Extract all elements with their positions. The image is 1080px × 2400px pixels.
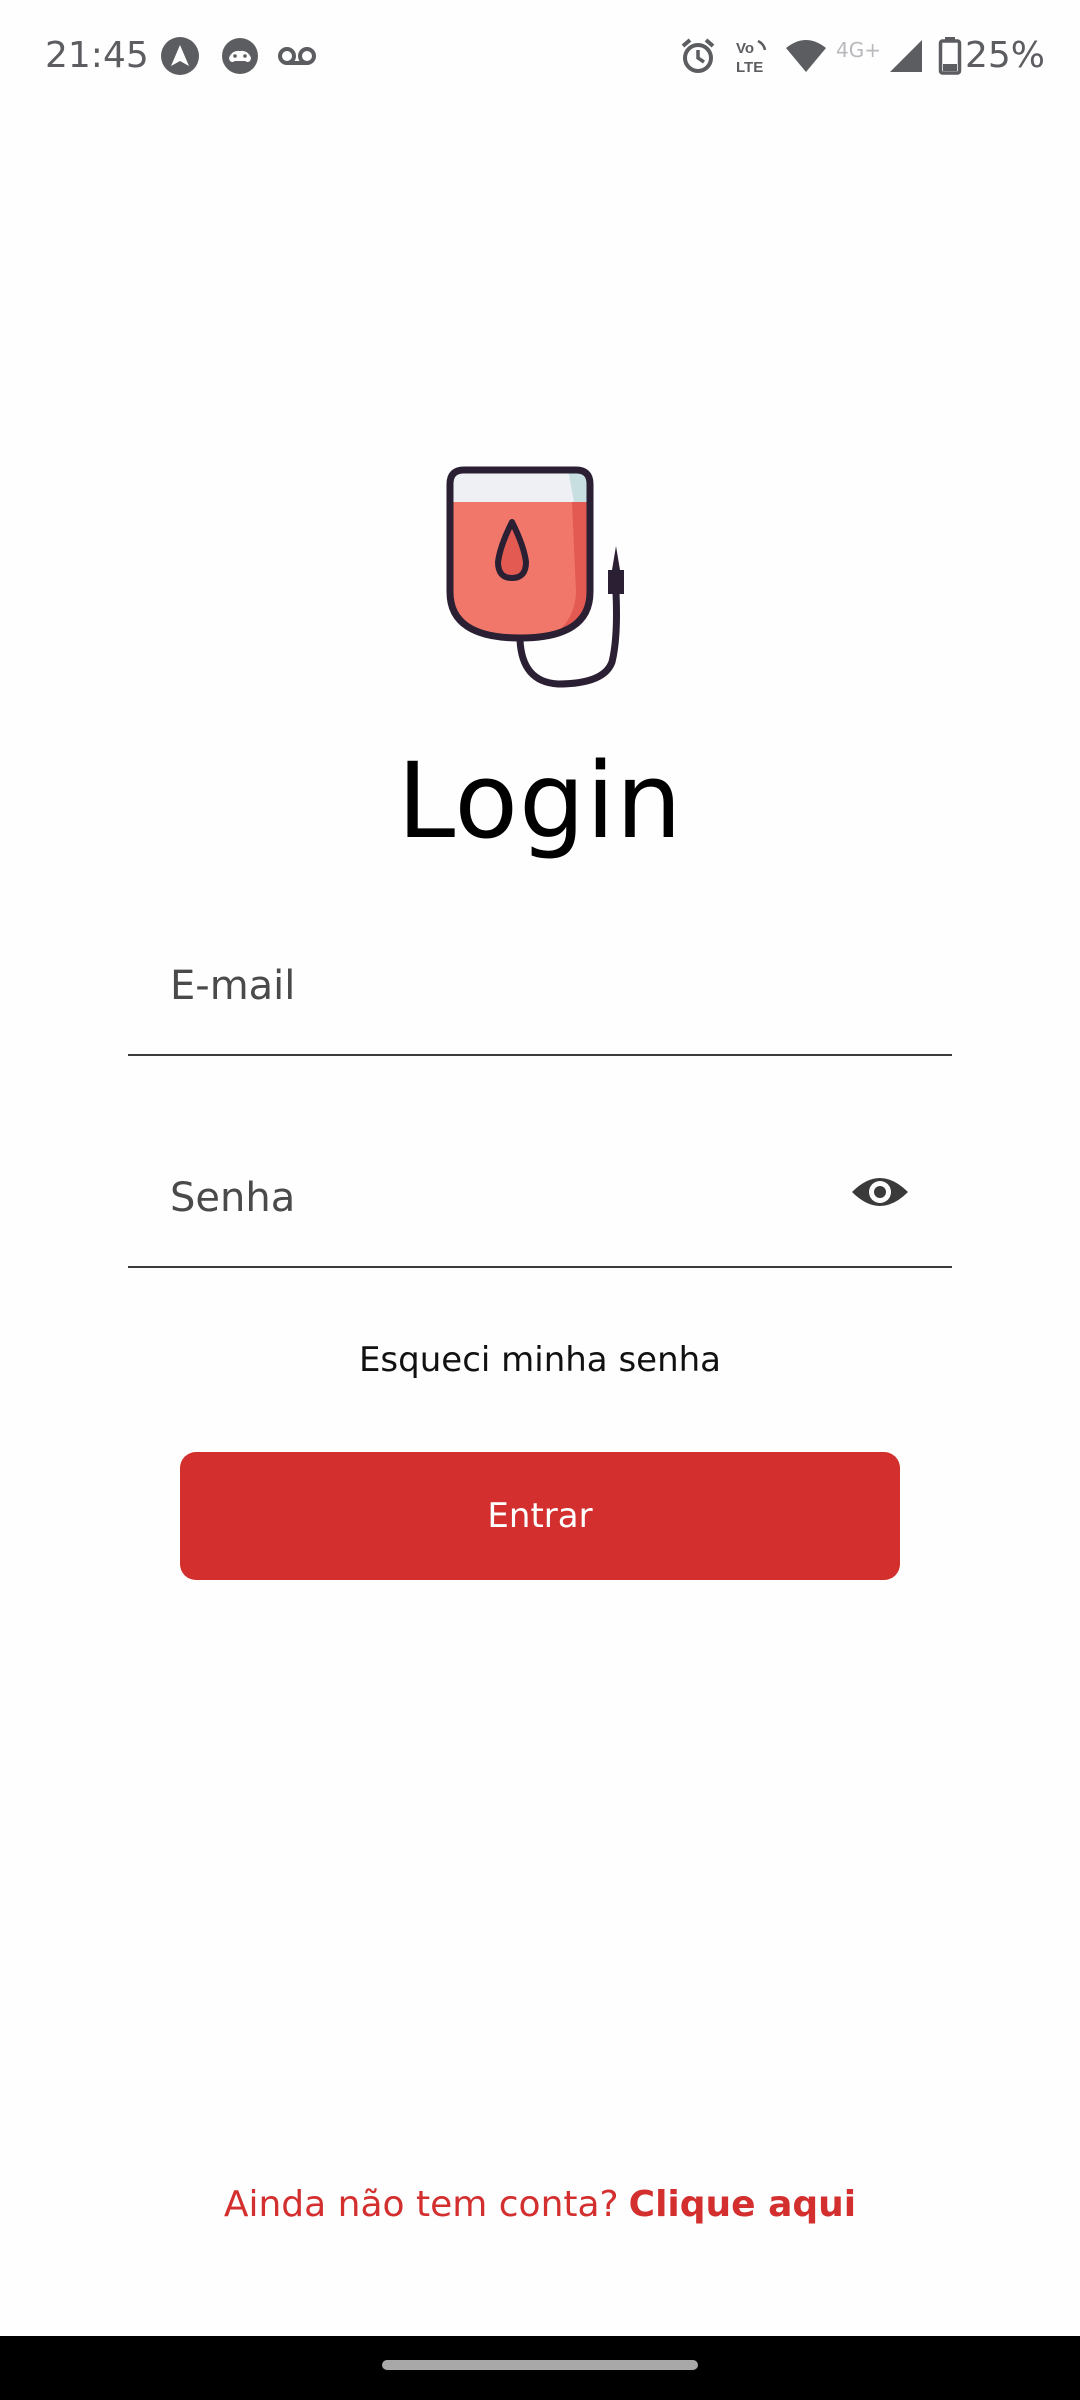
signup-link[interactable]: Clique aqui <box>629 2184 856 2225</box>
alarm-icon <box>681 38 715 73</box>
page-title: Login <box>397 740 683 862</box>
login-button[interactable]: Entrar <box>180 1452 900 1580</box>
game-icon <box>222 38 258 74</box>
svg-text:LTE: LTE <box>736 59 763 76</box>
battery-icon <box>938 37 962 75</box>
email-field[interactable] <box>128 956 952 1056</box>
android-auto-icon <box>161 37 199 75</box>
login-screen: 21:45 Vo LTE 4G+ 25% Login E-mail Esquec… <box>0 0 1080 2400</box>
blood-bag-logo <box>446 466 624 688</box>
battery-percentage: 25% <box>965 35 1046 76</box>
signal-icon <box>890 40 922 72</box>
volte-icon: Vo LTE <box>736 39 767 76</box>
signup-prompt-text: Ainda não tem conta? <box>223 2184 619 2225</box>
password-field[interactable] <box>128 1168 952 1268</box>
signup-prompt: Ainda não tem conta? Clique aqui <box>0 2184 1080 2225</box>
network-type-label: 4G+ <box>836 38 881 62</box>
email-input[interactable] <box>170 956 870 1016</box>
forgot-password-link[interactable]: Esqueci minha senha <box>0 1340 1080 1380</box>
eye-icon[interactable] <box>850 1170 910 1214</box>
voicemail-icon <box>278 47 316 65</box>
home-gesture-handle[interactable] <box>382 2360 698 2370</box>
wifi-icon <box>786 40 826 72</box>
status-time: 21:45 <box>45 35 149 76</box>
svg-text:Vo: Vo <box>736 40 754 57</box>
status-bar: 21:45 Vo LTE 4G+ 25% <box>0 0 1080 118</box>
navigation-bar <box>0 2336 1080 2400</box>
password-input[interactable] <box>170 1168 870 1228</box>
